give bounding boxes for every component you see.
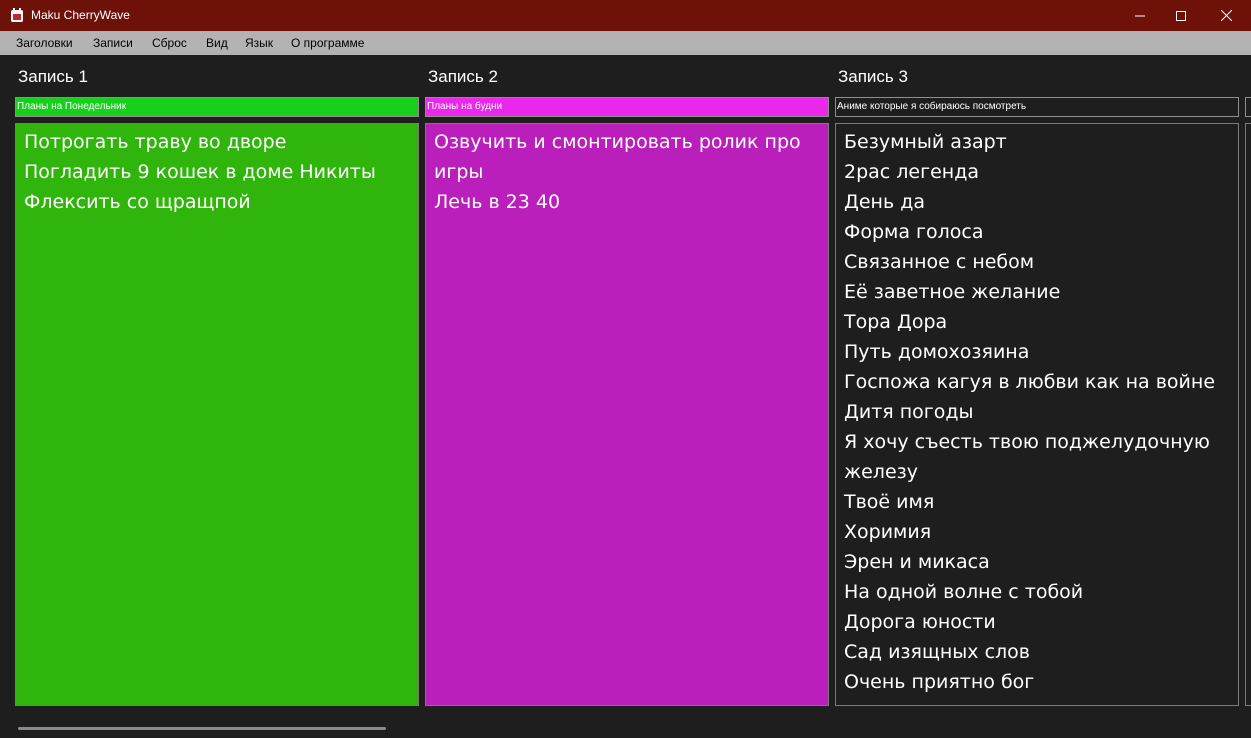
note-3-line: На одной волне с тобой bbox=[844, 581, 1084, 603]
note-3-line: Твоё имя bbox=[844, 491, 935, 513]
note-3-line: Очень приятно бог bbox=[844, 671, 1035, 693]
note-1-heading: Запись 1 bbox=[18, 67, 88, 86]
note-3-line: 2рас легенда bbox=[844, 161, 979, 183]
note-3-heading: Запись 3 bbox=[838, 67, 908, 86]
note-3-line: Тора Дора bbox=[844, 311, 948, 333]
menu-reset[interactable]: Сброс bbox=[152, 36, 187, 50]
horizontal-scrollbar[interactable] bbox=[18, 727, 386, 730]
note-3-line: Я хочу съесть твою поджелудочную железу bbox=[844, 431, 1216, 483]
maximize-icon bbox=[1176, 10, 1186, 21]
menu-about[interactable]: О программе bbox=[291, 36, 364, 50]
note-3-line: Хоримия bbox=[844, 521, 932, 543]
minimize-button[interactable] bbox=[1117, 0, 1163, 31]
note-2-heading: Запись 2 bbox=[428, 67, 498, 86]
note-1-text-area[interactable]: Потрогать траву во дворе Погладить 9 коше… bbox=[15, 123, 419, 706]
note-1-line: Погладить 9 кошек в доме Никиты bbox=[24, 161, 376, 183]
menu-view[interactable]: Вид bbox=[206, 36, 228, 50]
note-3-line: Её заветное желание bbox=[844, 281, 1061, 303]
title-bar: Maku CherryWave bbox=[0, 0, 1251, 31]
menu-bar: Заголовки Записи Сброс Вид Язык О програ… bbox=[0, 31, 1251, 55]
note-1-line: Флексить со щращпой bbox=[24, 191, 251, 213]
note-3-line: Безумный азарт bbox=[844, 131, 1007, 153]
note-3-line: Дитя погоды bbox=[844, 401, 974, 423]
note-3-line: Путь домохозяина bbox=[844, 341, 1030, 363]
note-3-line: Эрен и микаса bbox=[844, 551, 990, 573]
note-3-line: День да bbox=[844, 191, 925, 213]
note-3-line: Госпожа кагуя в любви как на войне bbox=[844, 371, 1216, 393]
note-3-line: Связанное с небом bbox=[844, 251, 1035, 273]
note-3-line: Форма голоса bbox=[844, 221, 984, 243]
note-3-subtitle-input[interactable]: Аниме которые я собираюсь посмотреть bbox=[835, 97, 1239, 117]
maximize-button[interactable] bbox=[1158, 0, 1204, 31]
window-title: Maku CherryWave bbox=[31, 8, 130, 22]
note-4-text-area-edge[interactable] bbox=[1245, 123, 1251, 706]
menu-notes[interactable]: Записи bbox=[93, 36, 133, 50]
note-2-text-area[interactable]: Озвучить и смонтировать ролик про игры Ле… bbox=[425, 123, 829, 706]
note-3-line: Сад изящных слов bbox=[844, 641, 1030, 663]
close-icon bbox=[1220, 10, 1232, 21]
app-icon bbox=[11, 8, 23, 22]
note-2-line: Лечь в 23 40 bbox=[434, 191, 561, 213]
note-1-line: Потрогать траву во дворе bbox=[24, 131, 287, 153]
note-1-subtitle-input[interactable]: Планы на Понедельник bbox=[15, 97, 419, 117]
note-2-line: Озвучить и смонтировать ролик про игры bbox=[434, 131, 807, 183]
note-4-subtitle-input-edge[interactable] bbox=[1245, 97, 1251, 117]
notes-workspace: Запись 1 Планы на Понедельник Потрогать … bbox=[0, 55, 1251, 738]
note-2-subtitle-input[interactable]: Планы на будни bbox=[425, 97, 829, 117]
minimize-icon bbox=[1135, 15, 1145, 16]
menu-headings[interactable]: Заголовки bbox=[16, 36, 73, 50]
note-3-text-area[interactable]: Безумный азарт 2рас легенда День да Форма г… bbox=[835, 123, 1239, 706]
menu-language[interactable]: Язык bbox=[245, 36, 273, 50]
note-3-line: Дорога юности bbox=[844, 611, 996, 633]
close-button[interactable] bbox=[1203, 0, 1249, 31]
